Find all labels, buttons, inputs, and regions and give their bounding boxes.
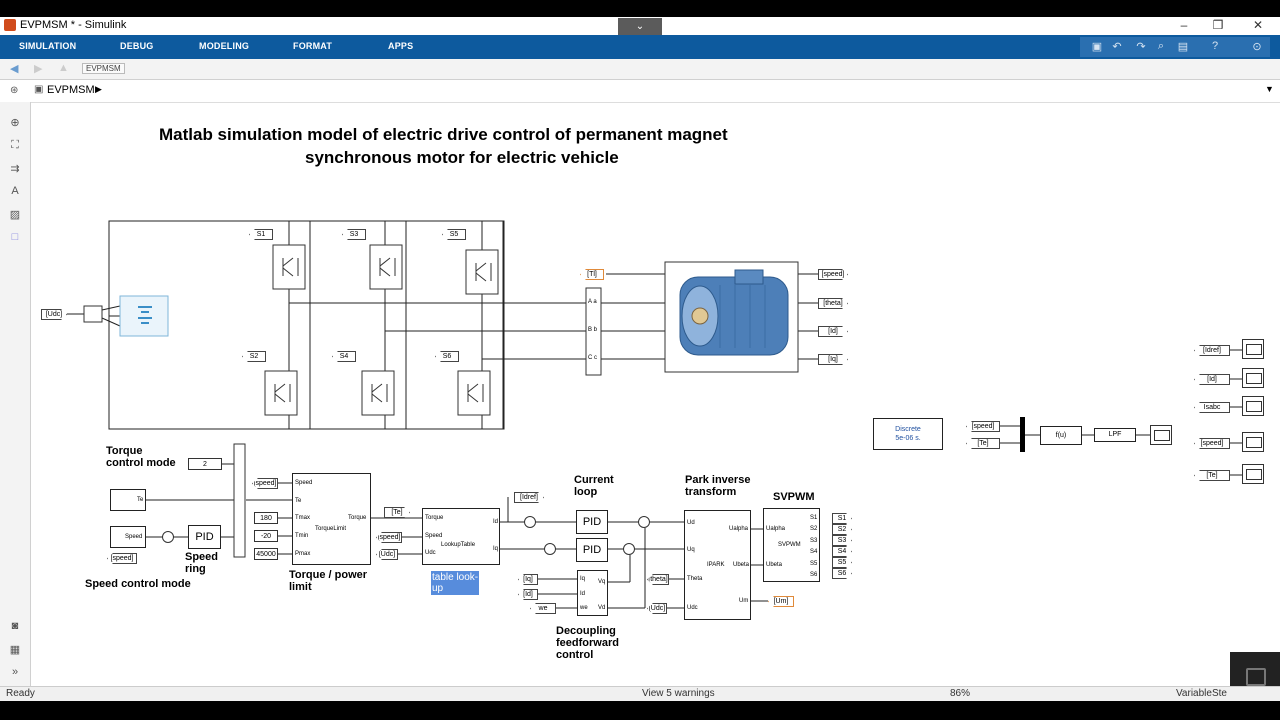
status-solver[interactable]: VariableSte <box>1176 688 1227 699</box>
svpwm-block[interactable]: Ualpha Ubeta SVPWM S1 S2 S3 S4 S5 S6 <box>763 508 820 582</box>
status-zoom: 86% <box>950 688 971 699</box>
speed-error-sum[interactable] <box>162 531 174 543</box>
tag-idref-scope[interactable]: [Idref] <box>1194 345 1230 356</box>
speed-pid-block[interactable]: PID <box>188 525 221 549</box>
scope-power[interactable] <box>1150 425 1172 445</box>
tag-te-mux[interactable]: [Te] <box>966 438 1000 449</box>
status-warnings-link[interactable]: View 5 warnings <box>642 688 715 699</box>
tag-speed-out[interactable]: [speed] <box>818 269 848 280</box>
tag-theta-out[interactable]: [theta] <box>818 298 848 309</box>
label-speed-ring: Speed ring <box>185 551 219 575</box>
decoupling-block[interactable]: Iq Id we Vq Vd <box>577 570 608 616</box>
uq-sum[interactable] <box>623 543 635 555</box>
lpf-block[interactable]: LPF <box>1094 428 1136 442</box>
label-speed-mode: Speed control mode <box>85 578 191 590</box>
label-torque-limit: Torque / power limit <box>289 569 368 593</box>
label-table-lookup[interactable]: table look- up <box>432 572 478 594</box>
status-bar <box>0 686 1280 701</box>
port-c: C c <box>588 355 597 361</box>
port-a: A a <box>588 299 597 305</box>
diagram-title-line1: Matlab simulation model of electric driv… <box>159 125 728 144</box>
lookup-table-block[interactable]: Torque Speed Udc Id Iq LookupTable <box>422 508 500 565</box>
tag-speed-mux[interactable]: [speed] <box>966 421 1000 432</box>
id-pid-block[interactable]: PID <box>576 510 608 534</box>
scope-id[interactable] <box>1242 368 1264 388</box>
tag-id-out[interactable]: [Id] <box>818 326 848 337</box>
const-pmax[interactable]: 45000 <box>254 548 278 560</box>
id-error-sum[interactable] <box>524 516 536 528</box>
status-ready: Ready <box>6 688 35 699</box>
chat-icon <box>1246 668 1266 686</box>
torque-reference-block[interactable]: Te <box>110 489 146 511</box>
tag-isabc-scope[interactable]: Isabc <box>1194 402 1230 413</box>
label-current-loop: Current loop <box>574 474 614 498</box>
label-torque-mode: Torque control mode <box>106 445 176 469</box>
ud-sum[interactable] <box>638 516 650 528</box>
const-tmax[interactable]: 180 <box>254 512 278 524</box>
wiring-diagram <box>67 220 1242 609</box>
speed-reference-block[interactable]: Speed <box>110 526 146 548</box>
ipark-block[interactable]: Ud Uq Theta Udc Ualpha Ubeta Um IPARK <box>684 510 751 620</box>
tag-idref-out[interactable]: [Idref] <box>514 492 544 503</box>
const-tmin[interactable]: -20 <box>254 530 278 542</box>
screen-bottom-bar <box>0 701 1280 720</box>
scope-te[interactable] <box>1242 464 1264 484</box>
powergui-block[interactable]: Discrete 5e-06 s. <box>873 418 943 450</box>
scope-speed[interactable] <box>1242 432 1264 452</box>
torque-limit-block[interactable]: Speed Te Tmax Tmin Pmax Torque TorqueLim… <box>292 473 371 565</box>
scope-idref[interactable] <box>1242 339 1264 359</box>
tag-speed-ref[interactable]: [speed] <box>107 553 137 564</box>
tag-iq-out[interactable]: [Iq] <box>818 354 848 365</box>
tag-id-scope[interactable]: [Id] <box>1194 374 1230 385</box>
tag-speed-scope[interactable]: [speed] <box>1194 438 1230 449</box>
label-svpwm: SVPWM <box>773 491 815 503</box>
iq-pid-block[interactable]: PID <box>576 538 608 562</box>
diagram-title-line2: synchronous motor for electric vehicle <box>305 148 619 167</box>
label-park: Park inverse transform <box>685 474 751 498</box>
scope-isabc[interactable] <box>1242 396 1264 416</box>
iq-error-sum[interactable] <box>544 543 556 555</box>
fcn-block[interactable]: f(u) <box>1040 426 1082 445</box>
const-mode[interactable]: 2 <box>188 458 222 470</box>
tag-te-scope[interactable]: [Te] <box>1194 470 1230 481</box>
label-decoupling: Decoupling feedforward control <box>556 625 619 661</box>
port-b: B b <box>588 327 598 333</box>
